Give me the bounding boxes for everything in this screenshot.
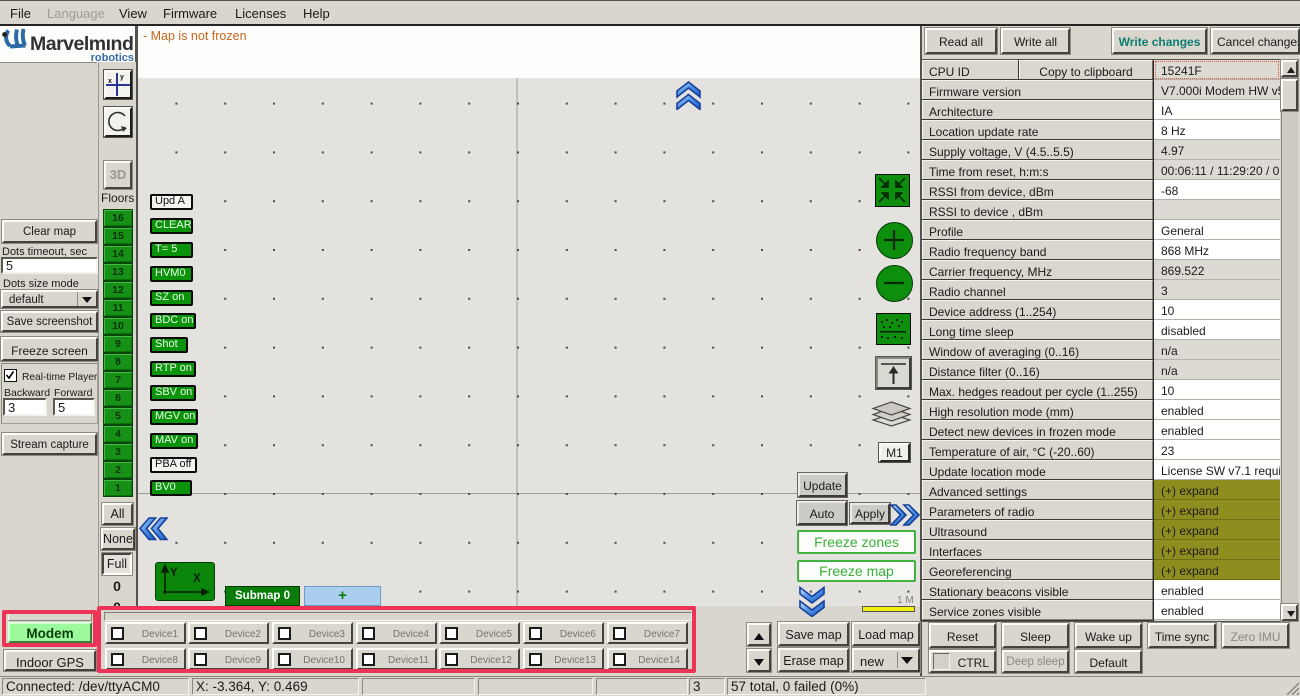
svg-text:x: x — [108, 78, 112, 85]
svg-text:y: y — [120, 74, 124, 81]
svg-text:X: X — [193, 573, 201, 585]
svg-text:Y: Y — [170, 567, 178, 579]
